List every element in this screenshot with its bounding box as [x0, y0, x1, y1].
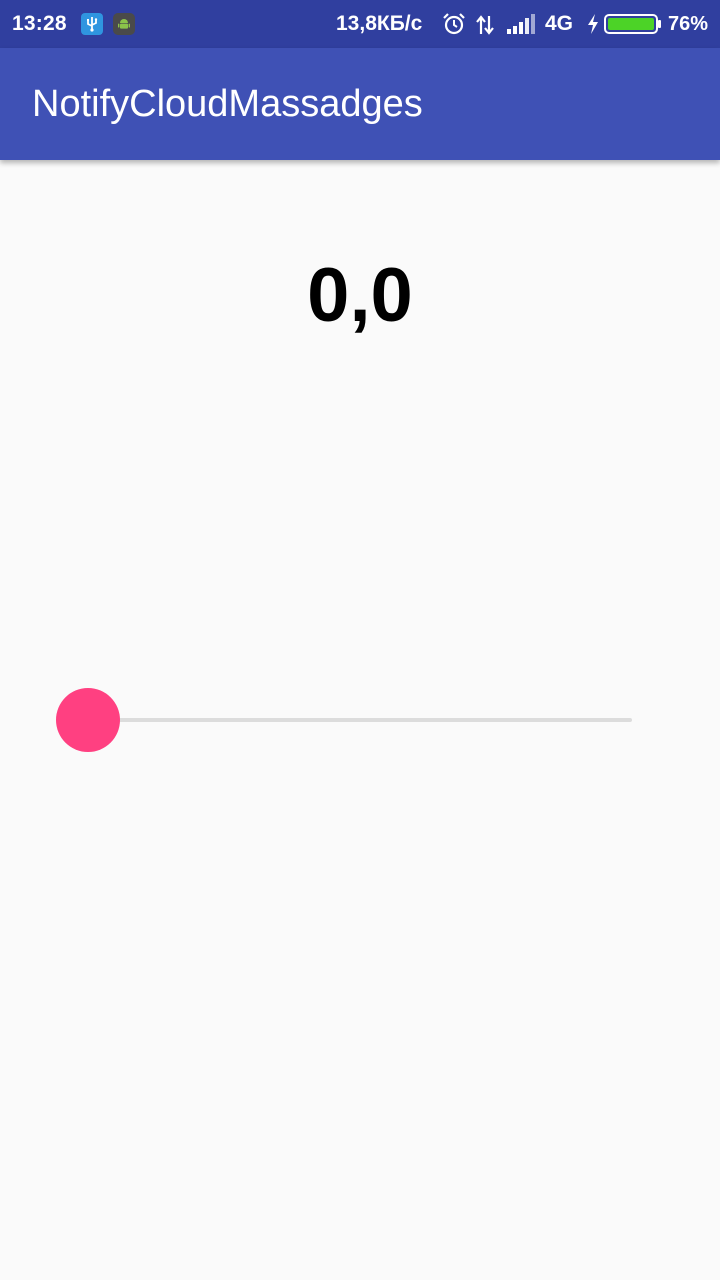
battery-level-fill: [608, 18, 654, 30]
usb-icon: [81, 13, 103, 35]
app-toolbar: NotifyCloudMassadges: [0, 48, 720, 160]
status-time: 13:28: [12, 12, 67, 35]
data-transfer-icon: [474, 14, 496, 36]
charging-bolt-icon: [586, 13, 600, 35]
value-display: 0,0: [307, 253, 413, 338]
seekbar-track[interactable]: [88, 718, 632, 722]
battery-percent: 76%: [668, 13, 709, 35]
cell-signal-icon: [506, 14, 536, 34]
network-type: 4G: [545, 12, 574, 35]
alarm-clock-icon: [442, 12, 466, 36]
seekbar-thumb[interactable]: [56, 688, 120, 752]
app-title: NotifyCloudMassadges: [32, 83, 423, 125]
status-bar: 13:28 13,8КБ/с 4G 76%: [0, 0, 720, 48]
android-debug-icon: [113, 13, 135, 35]
value-seekbar[interactable]: [56, 688, 632, 752]
network-speed: 13,8КБ/с: [336, 12, 423, 35]
battery-icon: [604, 13, 662, 35]
